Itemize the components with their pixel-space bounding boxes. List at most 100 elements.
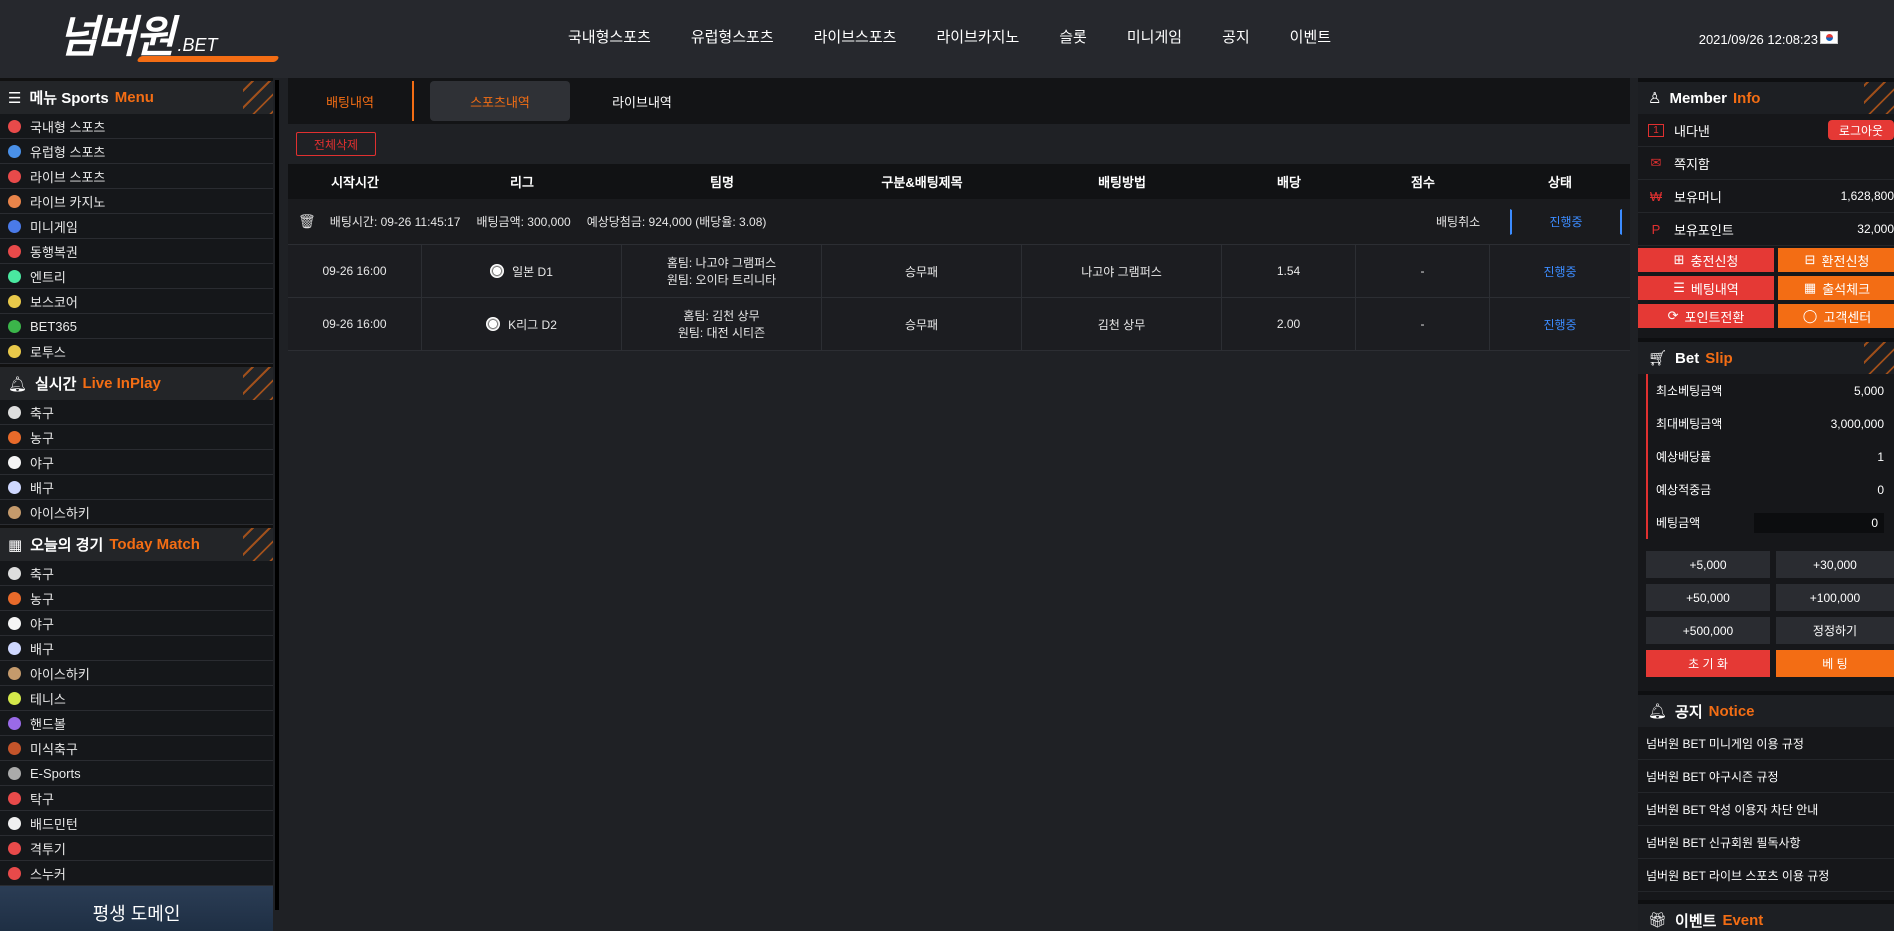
boscore-icon: [8, 294, 21, 308]
nav-live-sports[interactable]: 라이브스포츠: [814, 26, 897, 47]
table-header: 시작시간 리그 팀명 구분&배팅제목 배팅방법 배당 점수 상태: [288, 164, 1630, 199]
live-item[interactable]: 아이스하키: [0, 500, 273, 525]
tab-betting-history[interactable]: 배팅내역: [288, 81, 414, 121]
deposit-button[interactable]: ⊞ 충전신청: [1638, 248, 1774, 272]
today-item[interactable]: 격투기: [0, 836, 273, 861]
logo-main: 넘버원: [58, 13, 175, 62]
nav-notice[interactable]: 공지: [1222, 26, 1250, 47]
nav-live-casino[interactable]: 라이브카지노: [936, 26, 1019, 47]
bet-cancel-button[interactable]: 배팅취소: [1436, 213, 1480, 230]
add-30000-button[interactable]: +30,000: [1776, 551, 1894, 578]
casino-icon: [8, 194, 21, 208]
today-item[interactable]: 배드민턴: [0, 811, 273, 836]
tab-sports-history[interactable]: 스포츠내역: [430, 81, 570, 121]
menu-item[interactable]: 국내형 스포츠: [0, 114, 273, 139]
menu-item[interactable]: 로투스: [0, 339, 273, 364]
row-odds: 1.54: [1222, 245, 1356, 297]
today-item[interactable]: 아이스하키: [0, 661, 273, 686]
bet-history-label: 베팅내역: [1690, 281, 1739, 297]
menu-item[interactable]: 라이브 스포츠: [0, 164, 273, 189]
today-item[interactable]: 농구: [0, 586, 273, 611]
add-100000-button[interactable]: +100,000: [1776, 584, 1894, 611]
korean-sports-icon: [8, 119, 21, 133]
messages-row[interactable]: ✉ 쪽지함: [1638, 147, 1894, 180]
bet-history-button[interactable]: ☰ 베팅내역: [1638, 276, 1774, 300]
menu-item[interactable]: 보스코어: [0, 289, 273, 314]
volleyball-icon: [8, 480, 21, 494]
slip-win-value: 0: [1877, 482, 1884, 497]
today-item-label: 아이스하키: [30, 666, 90, 682]
calendar-check-icon: ▦: [1803, 280, 1817, 295]
money-row: ₩ 보유머니 1,628,800: [1638, 180, 1894, 213]
support-label: 고객센터: [1823, 309, 1872, 325]
row-teams: 홈팀: 나고야 그램퍼스 원팀: 오이타 트리니타: [622, 245, 822, 297]
today-item-label: 배구: [30, 641, 54, 657]
today-item[interactable]: 핸드볼: [0, 711, 273, 736]
nav-euro-sports[interactable]: 유럽형스포츠: [691, 26, 774, 47]
point-convert-button[interactable]: ⟳ 포인트전환: [1638, 304, 1774, 328]
today-item[interactable]: 미식축구: [0, 736, 273, 761]
nav-slot[interactable]: 슬롯: [1059, 26, 1087, 47]
today-item[interactable]: 축구: [0, 561, 273, 586]
menu-item[interactable]: 동행복권: [0, 239, 273, 264]
correct-button[interactable]: 정정하기: [1776, 617, 1894, 644]
row-league: 일본 D1: [512, 264, 553, 279]
bell-icon: 🔔︎: [1648, 703, 1668, 720]
today-item[interactable]: E-Sports: [0, 761, 273, 786]
today-item[interactable]: 야구: [0, 611, 273, 636]
add-50000-button[interactable]: +50,000: [1646, 584, 1770, 611]
amount-buttons: +5,000 +30,000 +50,000 +100,000 +500,000…: [1646, 551, 1894, 677]
add-500000-button[interactable]: +500,000: [1646, 617, 1770, 644]
menu-item[interactable]: BET365: [0, 314, 273, 339]
trash-icon[interactable]: 🗑︎: [298, 213, 316, 230]
sports-menu-header: ☰ 메뉴 Sports Menu: [0, 78, 273, 114]
logout-button[interactable]: 로그아웃: [1828, 120, 1894, 140]
delete-all-button[interactable]: 전체삭제: [296, 132, 376, 156]
korea-flag-icon[interactable]: [1820, 31, 1838, 44]
menu-item[interactable]: 라이브 카지노: [0, 189, 273, 214]
nav-minigame[interactable]: 미니게임: [1127, 26, 1182, 47]
notice-item[interactable]: 넘버원 BET 악성 이용자 차단 안내: [1638, 793, 1894, 826]
reset-button[interactable]: 초 기 화: [1646, 650, 1770, 677]
today-item[interactable]: 스누커: [0, 861, 273, 886]
live-item[interactable]: 배구: [0, 475, 273, 500]
add-5000-button[interactable]: +5,000: [1646, 551, 1770, 578]
notice-item[interactable]: 넘버원 BET 라이브 스포츠 이용 규정: [1638, 859, 1894, 892]
menu-item[interactable]: 유럽형 스포츠: [0, 139, 273, 164]
attendance-button[interactable]: ▦ 출석체크: [1778, 276, 1894, 300]
today-item-label: 야구: [30, 616, 54, 632]
won-icon: ₩: [1649, 188, 1663, 204]
user-icon: ♙: [1648, 90, 1662, 107]
menu-item[interactable]: 미니게임: [0, 214, 273, 239]
today-item[interactable]: 테니스: [0, 686, 273, 711]
left-scrollbar[interactable]: [275, 80, 279, 910]
snooker-icon: [8, 866, 21, 880]
notice-item[interactable]: 넘버원 BET 신규회원 필독사항: [1638, 826, 1894, 859]
notice-item[interactable]: 넘버원 BET 미니게임 이용 규정: [1638, 727, 1894, 760]
soccer-icon: [8, 566, 21, 580]
live-item[interactable]: 야구: [0, 450, 273, 475]
today-item[interactable]: 배구: [0, 636, 273, 661]
live-item[interactable]: 농구: [0, 425, 273, 450]
menu-item-label: 유럽형 스포츠: [30, 144, 106, 160]
member-action-buttons: ⊞ 충전신청 ⊟ 환전신청 ☰ 베팅내역 ▦ 출석체크 ⟳ 포인트전환 ◯ 고객센터: [1638, 246, 1894, 330]
bet-summary-row: 🗑︎ 배팅시간: 09-26 11:45:17 배팅금액: 300,000 예상…: [288, 199, 1630, 245]
today-item[interactable]: 탁구: [0, 786, 273, 811]
place-bet-button[interactable]: 베 팅: [1776, 650, 1894, 677]
site-logo[interactable]: 넘버원 .BET: [58, 13, 280, 62]
live-inplay-title: 실시간: [35, 376, 77, 393]
logo-suffix: .BET: [177, 35, 218, 55]
support-button[interactable]: ◯ 고객센터: [1778, 304, 1894, 328]
notice-item[interactable]: 넘버원 BET 야구시즌 규정: [1638, 760, 1894, 793]
bet-amount-input[interactable]: 0: [1754, 512, 1884, 533]
withdraw-button[interactable]: ⊟ 환전신청: [1778, 248, 1894, 272]
nav-event[interactable]: 이벤트: [1290, 26, 1331, 47]
live-sports-icon: [8, 169, 21, 183]
tab-live-history[interactable]: 라이브내역: [572, 81, 712, 121]
live-item[interactable]: 축구: [0, 400, 273, 425]
minigame-icon: [8, 219, 21, 233]
menu-item[interactable]: 엔트리: [0, 264, 273, 289]
nav-domestic-sports[interactable]: 국내형스포츠: [568, 26, 651, 47]
domain-banner[interactable]: 평생 도메인: [0, 886, 273, 931]
badminton-icon: [8, 816, 21, 830]
